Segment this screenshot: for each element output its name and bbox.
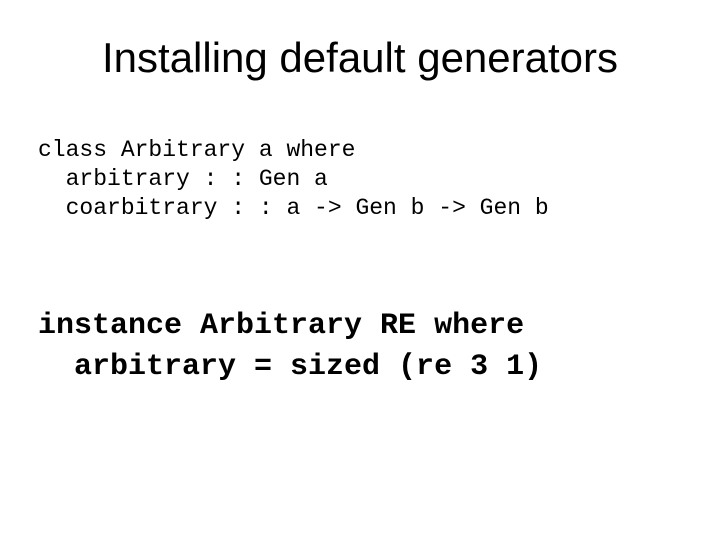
code-line: instance Arbitrary RE where bbox=[38, 309, 524, 343]
class-definition-code: class Arbitrary a where arbitrary : : Ge… bbox=[38, 136, 549, 222]
slide-title: Installing default generators bbox=[0, 34, 720, 82]
instance-definition-code: instance Arbitrary RE where arbitrary = … bbox=[38, 306, 542, 387]
code-line: arbitrary : : Gen a bbox=[38, 166, 328, 192]
slide: Installing default generators class Arbi… bbox=[0, 0, 720, 540]
code-line: arbitrary = sized (re 3 1) bbox=[38, 350, 542, 384]
code-line: coarbitrary : : a -> Gen b -> Gen b bbox=[38, 195, 549, 221]
code-line: class Arbitrary a where bbox=[38, 137, 355, 163]
